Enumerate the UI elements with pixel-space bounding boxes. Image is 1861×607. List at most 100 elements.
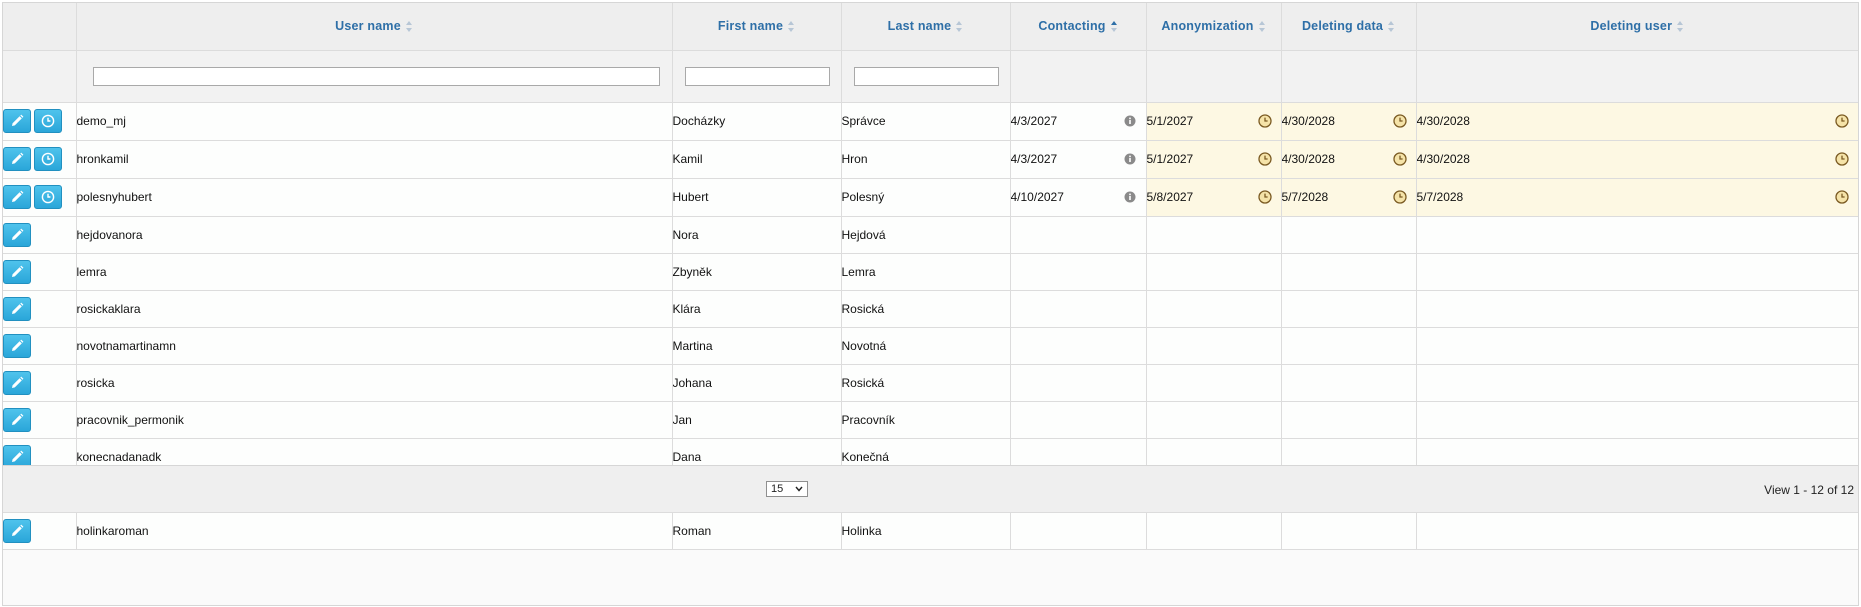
header-label: Contacting: [1038, 19, 1106, 34]
edit-button[interactable]: [3, 407, 31, 432]
cell-contacting: [1010, 364, 1147, 402]
cell-first-name: Nora: [672, 216, 842, 254]
table-row[interactable]: demo_mj Docházky Správce 4/3/2027 5/1/2027 4/…: [3, 102, 1858, 141]
user-name-filter-input[interactable]: [92, 66, 660, 86]
row-actions: [3, 290, 77, 328]
cell-deleting-data: [1281, 327, 1417, 365]
filter-cell: [672, 50, 842, 103]
header-actions: [3, 3, 77, 51]
edit-button[interactable]: [3, 370, 31, 395]
deleting-user-date: 5/7/2028: [1416, 190, 1464, 204]
sort-arrows-icon: [788, 21, 795, 33]
cell-anonymization: [1146, 216, 1282, 254]
header-label: Last name: [887, 19, 952, 34]
cell-contacting: [1010, 512, 1147, 550]
edit-button[interactable]: [3, 259, 31, 284]
first-name-filter-input[interactable]: [684, 66, 830, 86]
sort-arrows-icon: [1388, 21, 1395, 33]
row-actions: [3, 401, 77, 439]
schedule-button[interactable]: [34, 185, 62, 209]
header-first-name[interactable]: First name: [672, 3, 842, 51]
schedule-button[interactable]: [34, 109, 62, 133]
chevron-down-icon: [795, 486, 803, 492]
cell-deleting-data: [1281, 512, 1417, 550]
cell-first-name: Zbyněk: [672, 253, 842, 291]
sort-arrows-icon: [405, 21, 413, 33]
cell-deleting-data: [1281, 401, 1417, 439]
table-row[interactable]: novotnamartinamn Martina Novotná: [3, 327, 1858, 365]
cell-last-name: Hron: [841, 140, 1011, 179]
sort-arrows-icon: [956, 21, 963, 33]
row-actions: [3, 364, 77, 402]
cell-anonymization: 5/1/2027: [1146, 102, 1282, 141]
cell-last-name: Rosická: [841, 364, 1011, 402]
cell-deleting-user: [1416, 290, 1858, 328]
table-row[interactable]: polesnyhubert Hubert Polesný 4/10/2027 5/8/2…: [3, 178, 1858, 217]
cell-deleting-data: [1281, 216, 1417, 254]
cell-contacting: [1010, 216, 1147, 254]
edit-button[interactable]: [3, 296, 31, 321]
edit-button[interactable]: [3, 222, 31, 247]
cell-user-name: rosickaklara: [76, 290, 673, 328]
table-row[interactable]: rosicka Johana Rosická: [3, 364, 1858, 402]
deleting-user-date: 4/30/2028: [1416, 114, 1470, 128]
cell-last-name: Novotná: [841, 327, 1011, 365]
row-actions: [3, 102, 77, 141]
cell-last-name: Hejdová: [841, 216, 1011, 254]
cell-contacting: [1010, 290, 1147, 328]
cell-first-name: Hubert: [672, 178, 842, 217]
row-actions: [3, 216, 77, 254]
cell-contacting: 4/3/2027: [1010, 140, 1147, 179]
anonymization-date: 5/8/2027: [1146, 190, 1194, 204]
sort-ascending-icon: [1110, 21, 1118, 33]
cell-first-name: Docházky: [672, 102, 842, 141]
cell-deleting-user: [1416, 253, 1858, 291]
page-size-value: 15: [771, 483, 784, 495]
cell-anonymization: [1146, 290, 1282, 328]
edit-button[interactable]: [3, 333, 31, 358]
table-row[interactable]: lemra Zbyněk Lemra: [3, 253, 1858, 291]
contacting-date: 4/3/2027: [1010, 152, 1058, 166]
filter-row: [3, 50, 1858, 103]
cell-first-name: Johana: [672, 364, 842, 402]
edit-button[interactable]: [3, 518, 31, 543]
cell-deleting-user: [1416, 401, 1858, 439]
page-size-select[interactable]: 15: [766, 481, 808, 497]
row-actions: [3, 253, 77, 291]
table-row[interactable]: hejdovanora Nora Hejdová: [3, 216, 1858, 254]
cell-user-name: polesnyhubert: [76, 178, 673, 217]
cell-deleting-user: 5/7/2028: [1416, 178, 1858, 217]
header-last-name[interactable]: Last name: [841, 3, 1011, 51]
header-deleting-user[interactable]: Deleting user: [1416, 3, 1858, 51]
table-row[interactable]: holinkaroman Roman Holinka: [3, 512, 1858, 550]
table-row[interactable]: rosickaklara Klára Rosická: [3, 290, 1858, 328]
row-actions: [3, 178, 77, 217]
header-deleting-data[interactable]: Deleting data: [1281, 3, 1417, 51]
sort-arrows-icon: [1677, 21, 1684, 33]
edit-button[interactable]: [3, 109, 31, 133]
cell-anonymization: 5/1/2027: [1146, 140, 1282, 179]
cell-last-name: Pracovník: [841, 401, 1011, 439]
edit-button[interactable]: [3, 147, 31, 171]
filter-cell: [841, 50, 1011, 103]
cell-last-name: Lemra: [841, 253, 1011, 291]
header-contacting[interactable]: Contacting: [1010, 3, 1147, 51]
table-row[interactable]: hronkamil Kamil Hron 4/3/2027 5/1/2027 4/30/2…: [3, 140, 1858, 179]
cell-user-name: novotnamartinamn: [76, 327, 673, 365]
edit-button[interactable]: [3, 185, 31, 209]
cell-deleting-user: [1416, 216, 1858, 254]
schedule-button[interactable]: [34, 147, 62, 171]
header-anonymization[interactable]: Anonymization: [1146, 3, 1282, 51]
table-row[interactable]: pracovnik_permonik Jan Pracovník: [3, 401, 1858, 439]
header-user-name[interactable]: User name: [76, 3, 673, 51]
filter-empty: [1281, 50, 1417, 103]
last-name-filter-input[interactable]: [853, 66, 999, 86]
cell-deleting-data: [1281, 253, 1417, 291]
cell-contacting: 4/3/2027: [1010, 102, 1147, 141]
cell-first-name: Roman: [672, 512, 842, 550]
cell-user-name: hronkamil: [76, 140, 673, 179]
cell-user-name: rosicka: [76, 364, 673, 402]
cell-deleting-data: 4/30/2028: [1281, 140, 1417, 179]
filter-cell: [76, 50, 673, 103]
filter-empty: [1010, 50, 1147, 103]
